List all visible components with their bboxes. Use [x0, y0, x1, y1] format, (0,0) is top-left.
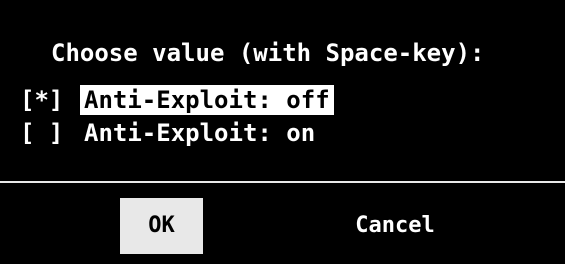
option-checkbox[interactable]: [ ]: [20, 118, 80, 148]
option-label: Anti-Exploit: on: [84, 119, 316, 147]
ok-button[interactable]: OK: [120, 198, 203, 254]
option-label: Anti-Exploit: off: [80, 85, 334, 115]
choose-value-dialog: Choose value (with Space-key): [*] Anti-…: [0, 0, 565, 264]
option-checkbox[interactable]: [*]: [20, 85, 80, 115]
cancel-button[interactable]: Cancel: [330, 198, 460, 254]
option-anti-exploit-on[interactable]: [ ] Anti-Exploit: on: [20, 118, 319, 148]
option-anti-exploit-off[interactable]: [*] Anti-Exploit: off: [20, 85, 334, 115]
button-bar-divider: [0, 181, 565, 183]
dialog-prompt: Choose value (with Space-key):: [51, 39, 485, 67]
